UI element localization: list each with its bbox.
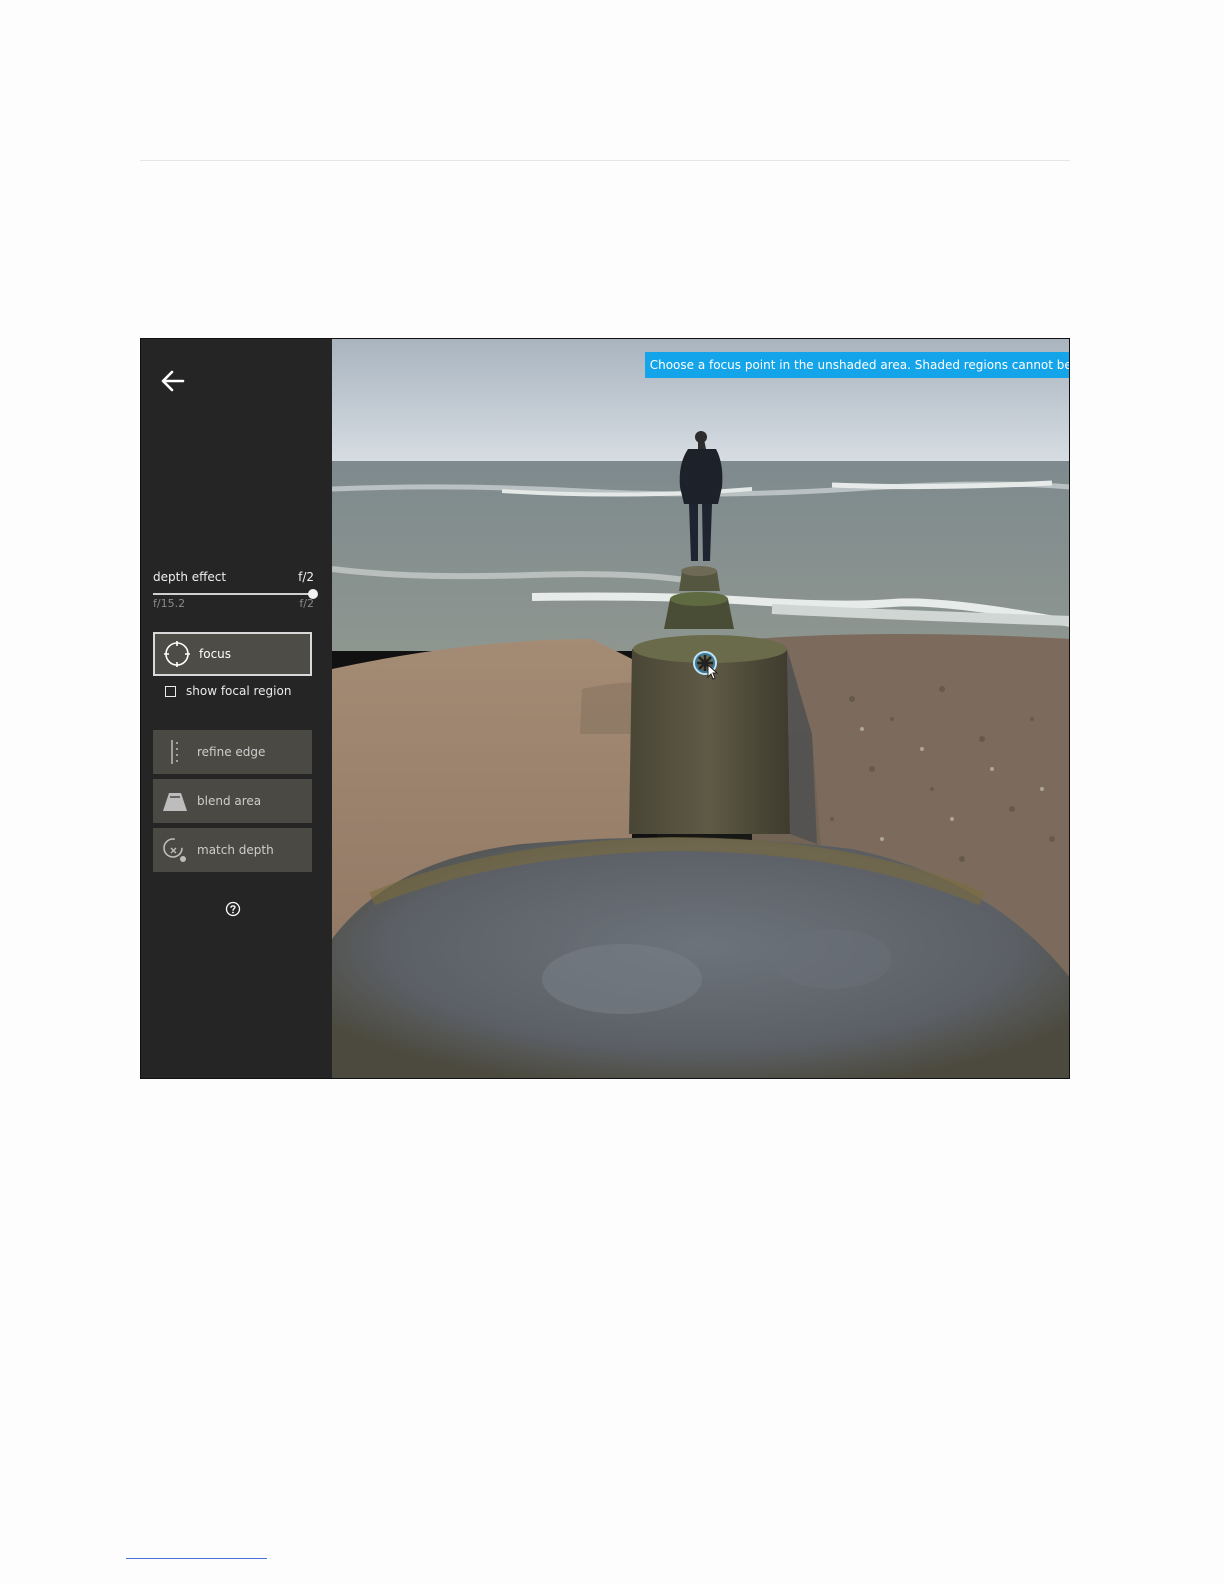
blend-area-label: blend area [197, 794, 262, 808]
depth-editor-screenshot: depth effect f/2 f/15.2 f/2 focus show f… [140, 338, 1070, 1079]
document-page: depth effect f/2 f/15.2 f/2 focus show f… [0, 0, 1224, 1584]
top-divider [140, 160, 1070, 161]
depth-min-label: f/15.2 [153, 597, 186, 610]
blend-area-button[interactable]: blend area [153, 779, 312, 823]
depth-slider-track [153, 593, 313, 595]
match-depth-button[interactable]: match depth [153, 828, 312, 872]
depth-effect-value: f/2 [298, 570, 314, 584]
show-focal-region-label: show focal region [186, 684, 292, 698]
question-circle-icon [225, 901, 241, 917]
focus-label: focus [199, 647, 232, 661]
checkbox-icon[interactable] [165, 685, 176, 697]
back-button[interactable] [155, 363, 191, 399]
refine-edge-button[interactable]: refine edge [153, 730, 312, 774]
focus-button[interactable]: focus [153, 632, 312, 676]
crosshair-circle-icon [163, 640, 191, 668]
footnote-divider [126, 1558, 267, 1559]
focus-target-cursor[interactable] [692, 650, 720, 680]
beach-groyne-photo [332, 339, 1069, 1078]
match-depth-label: match depth [197, 843, 274, 857]
dotted-edge-icon [161, 738, 189, 766]
refine-edge-label: refine edge [197, 745, 266, 759]
trapezoid-icon [161, 787, 189, 815]
focus-target-cursor-icon [693, 651, 719, 680]
depth-effect-label: depth effect [153, 570, 227, 584]
show-focal-region-checkbox[interactable]: show focal region [165, 684, 291, 698]
match-depth-icon [161, 836, 189, 864]
help-button[interactable] [225, 901, 241, 917]
focus-hint-banner: Choose a focus point in the unshaded are… [645, 352, 1069, 378]
photo-canvas[interactable]: Choose a focus point in the unshaded are… [332, 339, 1069, 1078]
arrow-left-icon [161, 370, 185, 392]
depth-max-label: f/2 [299, 597, 314, 610]
sidebar: depth effect f/2 f/15.2 f/2 focus show f… [141, 339, 332, 1078]
